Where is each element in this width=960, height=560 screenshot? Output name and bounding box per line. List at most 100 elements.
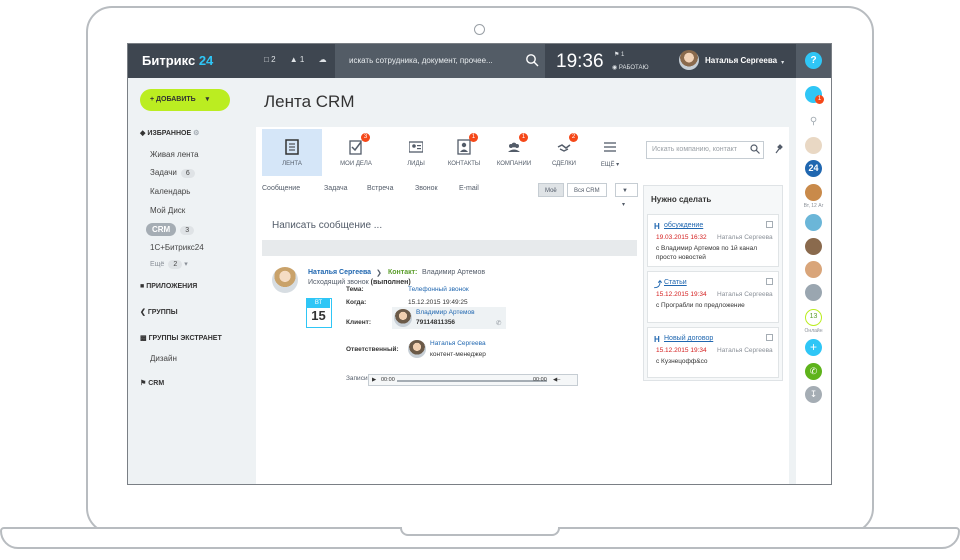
crm-section-label: CRM <box>148 380 165 387</box>
todo-item-owner: Наталья Сергеева <box>717 347 773 354</box>
crm-label: CRM <box>146 223 177 236</box>
search-icon[interactable] <box>525 53 539 67</box>
avatar <box>394 309 412 327</box>
chevron-down-icon: ▾ <box>205 96 210 103</box>
sidebar-item-crm[interactable]: CRM 3 <box>146 223 195 236</box>
download-icon[interactable]: ↧ <box>805 386 822 403</box>
tab-message[interactable]: Сообщение <box>262 185 300 192</box>
flag-icon: ⚑ 1 <box>614 52 625 58</box>
todo-item-title[interactable]: Новый договор <box>664 335 713 342</box>
phone-icon[interactable]: ✆ <box>805 363 822 380</box>
tab-badge: 2 <box>569 133 578 142</box>
tab-task[interactable]: Задача <box>324 185 348 192</box>
help-button[interactable]: ? <box>805 52 822 69</box>
pin-icon[interactable] <box>774 144 784 154</box>
time-start: 00:00 <box>381 377 395 383</box>
filter-mine-button[interactable]: Моё <box>538 183 564 197</box>
checkbox[interactable] <box>766 334 773 341</box>
crm-search-input[interactable]: Искать компанию, контакт <box>646 141 764 159</box>
tab-my-tasks[interactable]: 3 МОИ ДЕЛА <box>326 129 386 176</box>
tab-call[interactable]: Звонок <box>415 185 438 192</box>
bell-icon[interactable]: 1 <box>805 86 824 104</box>
tab-badge: 1 <box>519 133 528 142</box>
tab-more[interactable]: ЕЩЁ ▾ <box>580 129 640 176</box>
todo-item[interactable]: ⤴ Статьи 15.12.2015 19:34 Наталья Сергее… <box>647 271 779 323</box>
menu-groups[interactable]: ❮ ГРУППЫ <box>140 308 178 316</box>
avatar[interactable] <box>805 214 822 231</box>
calendar-icon: ВТ 15 <box>306 298 332 328</box>
tab-email[interactable]: E-mail <box>459 185 479 192</box>
work-status[interactable]: ◉ РАБОТАЮ <box>612 64 649 71</box>
divider <box>262 240 637 256</box>
status-text: РАБОТАЮ <box>618 65 649 71</box>
client-phone[interactable]: 79114811356 <box>416 319 455 326</box>
add-button[interactable]: + ДОБАВИТЬ ▾ <box>140 89 230 111</box>
todo-title: Нужно сделать <box>651 195 712 204</box>
search-input[interactable]: искать сотрудника, документ, прочее... <box>349 56 493 65</box>
filter-all-button[interactable]: Вся CRM <box>567 183 607 197</box>
cloud-icon[interactable]: ☁ <box>319 55 327 64</box>
tab-meeting[interactable]: Встреча <box>367 185 393 192</box>
avatar[interactable] <box>805 137 822 154</box>
avatar[interactable] <box>805 261 822 278</box>
user-name: Наталья Сергеева <box>705 55 778 65</box>
search-icon[interactable]: ⚲ <box>805 113 822 130</box>
menu-apps[interactable]: ■ ПРИЛОЖЕНИЯ <box>140 283 197 290</box>
flag-count: 1 <box>621 52 625 58</box>
topic-value[interactable]: Телефонный звонок <box>408 286 469 293</box>
favorites-label: ИЗБРАННОЕ <box>147 130 192 137</box>
client-name[interactable]: Владимир Артемов <box>416 309 475 316</box>
todo-item-owner: Наталья Сергеева <box>717 234 773 241</box>
play-icon[interactable]: ▶ <box>372 377 376 383</box>
plus-button[interactable]: + <box>805 339 822 356</box>
sidebar-item-feed[interactable]: Живая лента <box>150 150 199 159</box>
sidebar-item-calendar[interactable]: Календарь <box>150 187 190 196</box>
global-search[interactable]: искать сотрудника, документ, прочее... <box>335 44 545 78</box>
sidebar-item-tasks[interactable]: Задачи 6 <box>150 168 195 178</box>
b24-chat-icon[interactable]: 24 <box>805 160 822 177</box>
todo-item-owner: Наталья Сергеева <box>717 291 773 298</box>
online-count[interactable]: 13 <box>805 309 822 326</box>
avatar[interactable] <box>272 267 298 293</box>
search-icon[interactable] <box>750 144 760 154</box>
post-author[interactable]: Наталья Сергеева <box>308 269 371 276</box>
topic-label: Тема: <box>346 286 364 293</box>
phone-icon[interactable]: ✆ <box>496 319 501 327</box>
when-label: Когда: <box>346 299 367 306</box>
logo-accent: 24 <box>198 53 214 68</box>
todo-item[interactable]: H обсуждение 19.03.2015 16:32 Наталья Се… <box>647 214 779 267</box>
sidebar-item-more[interactable]: Ещё 2 ▾ <box>150 260 188 269</box>
sidebar-item-disk[interactable]: Мой Диск <box>150 206 185 215</box>
menu-crm[interactable]: ⚑ CRM <box>140 379 164 387</box>
bell-icon[interactable]: ▲ 1 <box>290 55 311 64</box>
avatar[interactable] <box>805 184 822 201</box>
audio-player[interactable]: ▶ 00:00 00:00 ◀– <box>368 374 578 386</box>
avatar[interactable] <box>805 284 822 301</box>
user-menu[interactable]: Наталья Сергеева ▾ <box>679 50 784 72</box>
todo-item-title[interactable]: Статьи <box>664 279 687 286</box>
menu-extranet[interactable]: ▩ ГРУППЫ ЭКСТРАНЕТ <box>140 334 222 342</box>
menu-favorites[interactable]: ◆ ИЗБРАННОЕ ⚙ <box>140 129 199 137</box>
sidebar-item-design[interactable]: Дизайн <box>150 354 177 363</box>
tab-feed[interactable]: ЛЕНТА <box>262 129 322 176</box>
todo-item[interactable]: H Новый договор 15.12.2015 19:34 Наталья… <box>647 327 779 378</box>
document-icon <box>285 139 299 155</box>
write-message-input[interactable]: Написать сообщение ... <box>272 220 382 231</box>
checkbox[interactable] <box>766 221 773 228</box>
client-card[interactable]: Владимир Артемов 79114811356 ✆ <box>392 307 506 329</box>
contact-name[interactable]: Владимир Артемов <box>422 269 485 276</box>
tab-badge: 3 <box>361 133 370 142</box>
avatar[interactable] <box>805 238 822 255</box>
page-title: Лента CRM <box>264 92 355 111</box>
gear-icon[interactable]: ⚙ <box>193 130 199 137</box>
sidebar-item-1c[interactable]: 1С+Битрикс24 <box>150 243 204 252</box>
app-logo[interactable]: Битрикс 24 <box>142 53 213 68</box>
audio-track[interactable] <box>397 380 547 382</box>
clock-time[interactable]: 19:36 <box>556 51 604 73</box>
todo-item-title[interactable]: обсуждение <box>664 222 703 229</box>
chat-icon[interactable]: □ 2 <box>264 55 282 64</box>
filter-icon[interactable]: ▼ ▾ <box>615 183 638 208</box>
checkbox[interactable] <box>766 278 773 285</box>
volume-icon[interactable]: ◀– <box>553 377 560 383</box>
responsible-name[interactable]: Наталья Сергеева <box>430 340 486 347</box>
